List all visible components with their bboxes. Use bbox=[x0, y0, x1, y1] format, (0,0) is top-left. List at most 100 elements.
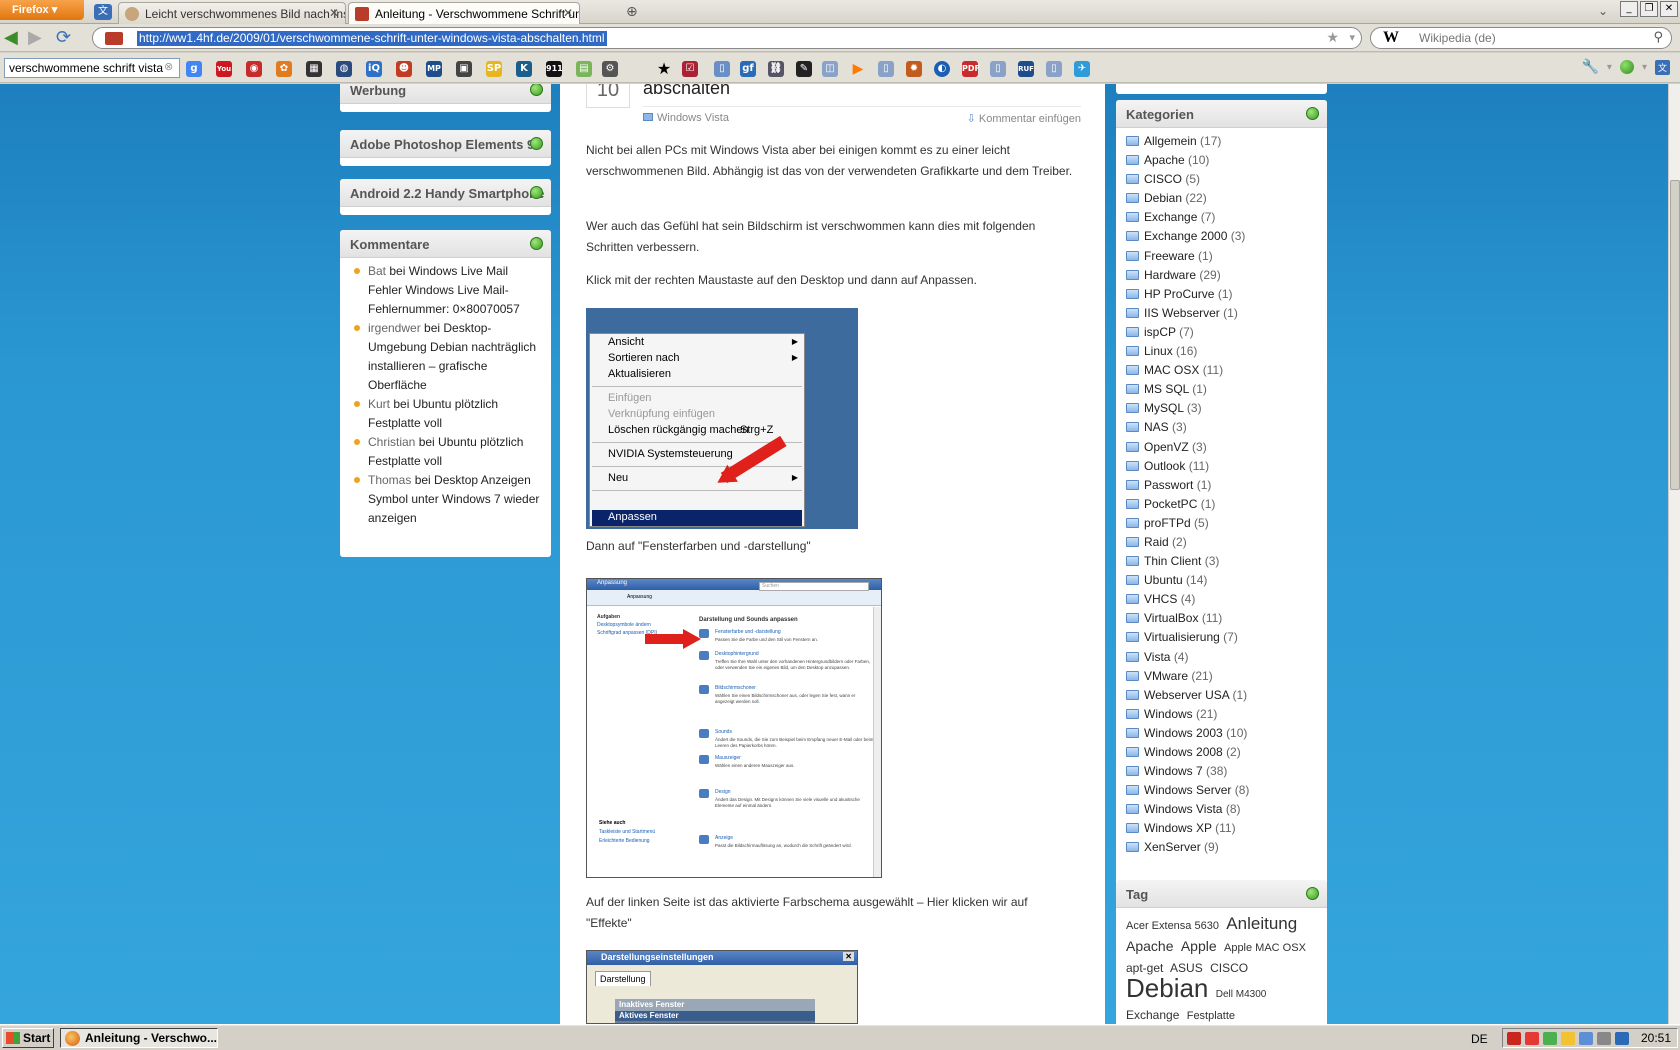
bike-icon[interactable]: ⚙ bbox=[602, 61, 618, 77]
translate2-icon[interactable]: 文 bbox=[1654, 59, 1670, 75]
category-name[interactable]: VHCS bbox=[1144, 592, 1177, 606]
personalization-screenshot[interactable]: Anpassung Anpassung Suchen Aufgaben Deskt… bbox=[586, 578, 882, 878]
dropdown-icon[interactable]: ▾ bbox=[1607, 62, 1612, 73]
category-item[interactable]: Exchange 2000 (3) bbox=[1126, 229, 1327, 248]
category-item[interactable]: Allgemein (17) bbox=[1126, 134, 1327, 153]
site-identity-icon[interactable] bbox=[105, 32, 123, 45]
category-name[interactable]: VirtualBox bbox=[1144, 611, 1198, 625]
wikipedia-engine-icon[interactable]: W bbox=[1383, 29, 1399, 47]
tag-link[interactable]: Debian bbox=[1126, 973, 1208, 1003]
bookmark-star-icon[interactable]: ★ bbox=[1326, 30, 1339, 46]
category-item[interactable]: CISCO (5) bbox=[1126, 172, 1327, 191]
category-name[interactable]: Windows Server bbox=[1144, 783, 1231, 797]
category-name[interactable]: Windows Vista bbox=[1144, 802, 1222, 816]
forward-icon[interactable]: ▶ bbox=[28, 29, 42, 47]
category-name[interactable]: Linux bbox=[1144, 344, 1173, 358]
category-item[interactable]: ispCP (7) bbox=[1126, 325, 1327, 344]
circle-addon-icon[interactable]: ◐ bbox=[934, 61, 950, 77]
category-name[interactable]: NAS bbox=[1144, 420, 1169, 434]
toggle-green-icon[interactable] bbox=[530, 84, 543, 96]
ruf-icon[interactable]: RUF bbox=[1018, 61, 1034, 77]
toggle-green-icon[interactable] bbox=[530, 237, 543, 250]
tag-link[interactable]: Anleitung bbox=[1226, 914, 1297, 933]
dropdown2-icon[interactable]: ▾ bbox=[1642, 62, 1647, 73]
category-name[interactable]: Windows 2008 bbox=[1144, 745, 1223, 759]
tag-link[interactable]: Apache bbox=[1126, 938, 1173, 954]
tag-link[interactable]: Apple MAC OSX bbox=[1224, 942, 1306, 954]
category-name[interactable]: Thin Client bbox=[1144, 554, 1201, 568]
tag-link[interactable]: Acer Extensa 5630 bbox=[1126, 920, 1219, 932]
category-item[interactable]: Windows 7 (38) bbox=[1126, 764, 1327, 783]
mp-icon[interactable]: MP bbox=[426, 61, 442, 77]
category-name[interactable]: Windows 2003 bbox=[1144, 726, 1223, 740]
category-name[interactable]: Raid bbox=[1144, 535, 1169, 549]
category-item[interactable]: Windows Vista (8) bbox=[1126, 802, 1327, 821]
link-icon[interactable]: ⛓ bbox=[768, 61, 784, 77]
tray-volume-icon[interactable] bbox=[1597, 1032, 1611, 1045]
category-item[interactable]: MySQL (3) bbox=[1126, 401, 1327, 420]
tab-anleitung-verschwommene[interactable]: Anleitung - Verschwommene Schrift un... … bbox=[348, 2, 580, 24]
clear-search-icon[interactable]: ⊗ bbox=[164, 60, 173, 73]
category-item[interactable]: Apache (10) bbox=[1126, 153, 1327, 172]
close-tab-icon[interactable]: ✕ bbox=[563, 6, 573, 20]
category-name[interactable]: Windows XP bbox=[1144, 821, 1212, 835]
category-item[interactable]: Hardware (29) bbox=[1126, 268, 1327, 287]
category-item[interactable]: Webserver USA (1) bbox=[1126, 688, 1327, 707]
category-item[interactable]: Linux (16) bbox=[1126, 344, 1327, 363]
category-item[interactable]: Outlook (11) bbox=[1126, 459, 1327, 478]
url-bar[interactable]: http://ww1.4hf.de/2009/01/verschwommene-… bbox=[92, 27, 1362, 49]
bird-icon[interactable]: ✈ bbox=[1074, 61, 1090, 77]
category-item[interactable]: IIS Webserver (1) bbox=[1126, 306, 1327, 325]
play-icon[interactable]: ▶ bbox=[850, 61, 866, 77]
category-name[interactable]: ispCP bbox=[1144, 325, 1176, 339]
tray-x-icon[interactable] bbox=[1525, 1032, 1539, 1045]
toggle-green-icon[interactable] bbox=[1306, 887, 1319, 900]
page4-icon[interactable]: ▯ bbox=[1046, 61, 1062, 77]
start-button[interactable]: Start bbox=[2, 1028, 54, 1048]
category-name[interactable]: Virtualisierung bbox=[1144, 630, 1220, 644]
category-name[interactable]: Passwort bbox=[1144, 478, 1193, 492]
category-name[interactable]: PocketPC bbox=[1144, 497, 1197, 511]
sp-icon[interactable]: SP bbox=[486, 61, 502, 77]
search-input[interactable] bbox=[1419, 31, 1639, 45]
category-name[interactable]: Exchange 2000 bbox=[1144, 229, 1227, 243]
category-item[interactable]: Windows XP (11) bbox=[1126, 821, 1327, 840]
url-dropdown-icon[interactable]: ▾ bbox=[1349, 31, 1355, 44]
category-item[interactable]: NAS (3) bbox=[1126, 420, 1327, 439]
comment-author[interactable]: Bat bbox=[368, 264, 386, 278]
gear-addon-icon[interactable]: ✹ bbox=[906, 61, 922, 77]
search-bar[interactable]: W ⚲ bbox=[1370, 27, 1672, 49]
bookmark-red-icon[interactable]: ◉ bbox=[246, 61, 262, 77]
comment-author[interactable]: Kurt bbox=[368, 397, 390, 411]
page3-icon[interactable]: ▯ bbox=[990, 61, 1006, 77]
category-item[interactable]: HP ProCurve (1) bbox=[1126, 287, 1327, 306]
category-name[interactable]: Ubuntu bbox=[1144, 573, 1183, 587]
category-name[interactable]: MAC OSX bbox=[1144, 363, 1199, 377]
post-title[interactable]: abschalten bbox=[643, 84, 730, 99]
page-scrollbar[interactable] bbox=[1668, 84, 1680, 1024]
category-name[interactable]: Windows 7 bbox=[1144, 764, 1203, 778]
category-item[interactable]: Windows 2003 (10) bbox=[1126, 726, 1327, 745]
category-name[interactable]: HP ProCurve bbox=[1144, 287, 1214, 301]
checkbox-icon[interactable]: ☑ bbox=[682, 61, 698, 77]
category-item[interactable]: Raid (2) bbox=[1126, 535, 1327, 554]
comment-author[interactable]: Christian bbox=[368, 435, 415, 449]
category-item[interactable]: Windows Server (8) bbox=[1126, 783, 1327, 802]
category-name[interactable]: Windows bbox=[1144, 707, 1193, 721]
category-name[interactable]: Hardware bbox=[1144, 268, 1196, 282]
911-icon[interactable]: 911 bbox=[546, 61, 563, 77]
tray-monitor-icon[interactable] bbox=[1615, 1032, 1629, 1045]
category-item[interactable]: VHCS (4) bbox=[1126, 592, 1327, 611]
category-name[interactable]: Debian bbox=[1144, 191, 1182, 205]
tag-link[interactable]: Festplatte bbox=[1187, 1010, 1235, 1022]
category-item[interactable]: Freeware (1) bbox=[1126, 249, 1327, 268]
add-comment-link[interactable]: ⇩ Kommentar einfügen bbox=[967, 112, 1081, 125]
pdf-icon[interactable]: PDF bbox=[962, 61, 980, 77]
toolbar-search-field[interactable]: verschwommene schrift vista bbox=[4, 58, 180, 78]
category-item[interactable]: Passwort (1) bbox=[1126, 478, 1327, 497]
appearance-settings-screenshot[interactable]: Darstellungseinstellungen ✕ Darstellung I… bbox=[586, 950, 858, 1024]
globe-icon[interactable]: ◍ bbox=[336, 61, 352, 77]
taskbar-firefox-window[interactable]: Anleitung - Verschwo... bbox=[60, 1028, 218, 1048]
category-name[interactable]: OpenVZ bbox=[1144, 440, 1189, 454]
category-name[interactable]: Freeware bbox=[1144, 249, 1195, 263]
